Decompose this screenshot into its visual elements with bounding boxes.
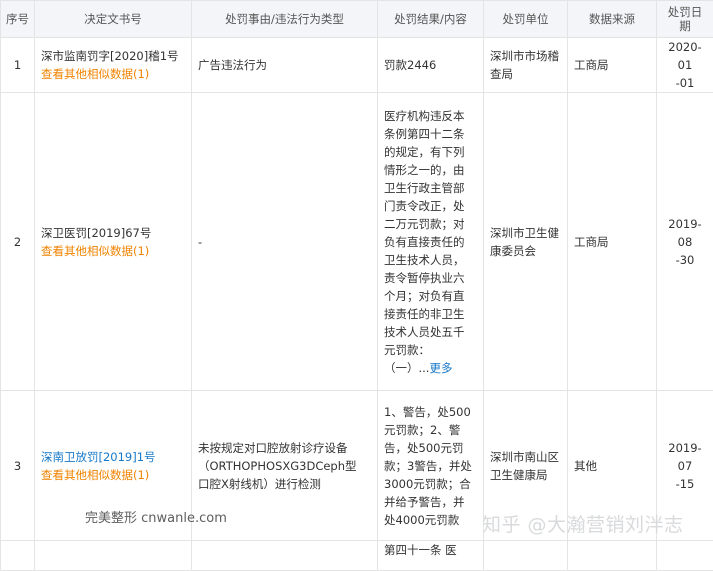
date-text: -15 [663, 475, 707, 493]
result-line: 1、警告，处500 [384, 403, 477, 421]
doc-number-cell: 深卫医罚[2019]67号 查看其他相似数据(1) [35, 93, 192, 391]
result-line: 并给予警告，并 [384, 493, 477, 511]
source-cell: 工商局 [568, 93, 657, 391]
result-line: 门责令改正，处 [384, 197, 477, 215]
reason-cell [192, 541, 378, 571]
table-header-row: 序号 决定文书号 处罚事由/违法行为类型 处罚结果/内容 处罚单位 数据来源 处… [1, 1, 713, 38]
result-cell: 第四十一条 医 [378, 541, 484, 571]
result-line: 第四十一条 医 [384, 543, 457, 557]
reason-cell: 广告违法行为 [192, 38, 378, 93]
result-line: 的规定，有下列 [384, 143, 477, 161]
col-index-header: 序号 [1, 1, 35, 38]
row-index [1, 541, 35, 571]
unit-text: 深圳市南山区 [490, 448, 561, 466]
date-text: -30 [663, 251, 707, 269]
result-line: 卫生技术人员， [384, 251, 477, 269]
unit-text: 康委员会 [490, 242, 561, 260]
result-line: 条例第四十二条 [384, 125, 477, 143]
result-line: 元罚款；2、警 [384, 421, 477, 439]
row-index: 1 [1, 38, 35, 93]
result-line: 负有直接责任的 [384, 233, 477, 251]
result-line: 处4000元罚款 [384, 511, 477, 529]
result-cell: 罚款2446 [378, 38, 484, 93]
source-cell [568, 541, 657, 571]
date-cell: 2019-08 -30 [657, 93, 713, 391]
doc-number-link[interactable]: 深南卫放罚[2019]1号 [41, 448, 185, 466]
reason-cell: - [192, 93, 378, 391]
table-row: 1 深市监南罚字[2020]稽1号 查看其他相似数据(1) 广告违法行为 罚款2… [1, 38, 713, 93]
watermark-zhihu: 知乎 @大瀚营销刘泮志 [482, 510, 684, 537]
penalty-table: 序号 决定文书号 处罚事由/违法行为类型 处罚结果/内容 处罚单位 数据来源 处… [0, 0, 713, 571]
result-line: 技术人员处五千 [384, 323, 477, 341]
result-line: 责令暂停执业六 [384, 269, 477, 287]
similar-data-link[interactable]: 查看其他相似数据(1) [41, 242, 185, 260]
table-row: 第四十一条 医 [1, 541, 713, 571]
reason-text: - [198, 235, 202, 249]
reason-line: 未按规定对口腔放射诊疗设备 [198, 439, 371, 457]
row-index: 3 [1, 391, 35, 541]
result-line: 二万元罚款；对 [384, 215, 477, 233]
reason-line: 口腔X射线机）进行检测 [198, 475, 371, 493]
doc-number: 深卫医罚[2019]67号 [41, 224, 185, 242]
similar-data-link[interactable]: 查看其他相似数据(1) [41, 65, 185, 83]
table-row: 2 深卫医罚[2019]67号 查看其他相似数据(1) - 医疗机构违反本 条例… [1, 93, 713, 391]
unit-cell: 深圳市市场稽 查局 [484, 38, 568, 93]
unit-cell [484, 541, 568, 571]
col-source-header: 数据来源 [568, 1, 657, 38]
result-line: 款；3警告，并处 [384, 457, 477, 475]
date-text: -01 [663, 74, 707, 92]
watermark-cnwanle: 完美整形 cnwanle.com [85, 507, 227, 526]
unit-text: 深圳市卫生健 [490, 224, 561, 242]
date-text: 2019-07 [663, 439, 707, 475]
result-cell: 医疗机构违反本 条例第四十二条 的规定，有下列 情形之一的，由 卫生行政主管部 … [378, 93, 484, 391]
result-line: （一）...更多 [384, 359, 477, 377]
result-cell: 1、警告，处500 元罚款；2、警 告，处500元罚 款；3警告，并处 3000… [378, 391, 484, 541]
date-text: 2019-08 [663, 215, 707, 251]
result-line: 卫生行政主管部 [384, 179, 477, 197]
col-reason-header: 处罚事由/违法行为类型 [192, 1, 378, 38]
col-result-header: 处罚结果/内容 [378, 1, 484, 38]
row-index: 2 [1, 93, 35, 391]
more-link[interactable]: 更多 [429, 361, 452, 375]
date-text: 2020-01 [663, 38, 707, 74]
unit-text: 深圳市市场稽 [490, 47, 561, 65]
result-text: 罚款2446 [384, 58, 436, 72]
result-truncated-text: （一）... [384, 361, 429, 375]
result-line: 告，处500元罚 [384, 439, 477, 457]
unit-text: 查局 [490, 65, 561, 83]
unit-cell: 深圳市卫生健 康委员会 [484, 93, 568, 391]
doc-number-cell [35, 541, 192, 571]
doc-number-cell: 深市监南罚字[2020]稽1号 查看其他相似数据(1) [35, 38, 192, 93]
col-date-header: 处罚日期 [657, 1, 713, 38]
date-cell [657, 541, 713, 571]
result-line: 元罚款： [384, 341, 477, 359]
result-line: 医疗机构违反本 [384, 107, 477, 125]
unit-text: 卫生健康局 [490, 466, 561, 484]
result-line: 个月；对负有直 [384, 287, 477, 305]
result-line: 3000元罚款；合 [384, 475, 477, 493]
source-cell: 工商局 [568, 38, 657, 93]
result-line: 情形之一的，由 [384, 161, 477, 179]
col-unit-header: 处罚单位 [484, 1, 568, 38]
result-line: 接责任的非卫生 [384, 305, 477, 323]
col-doc-number-header: 决定文书号 [35, 1, 192, 38]
doc-number: 深市监南罚字[2020]稽1号 [41, 47, 185, 65]
reason-text: 广告违法行为 [198, 58, 267, 72]
date-cell: 2020-01 -01 [657, 38, 713, 93]
reason-line: （ORTHOPHOSXG3DCeph型 [198, 457, 371, 475]
similar-data-link[interactable]: 查看其他相似数据(1) [41, 466, 185, 484]
